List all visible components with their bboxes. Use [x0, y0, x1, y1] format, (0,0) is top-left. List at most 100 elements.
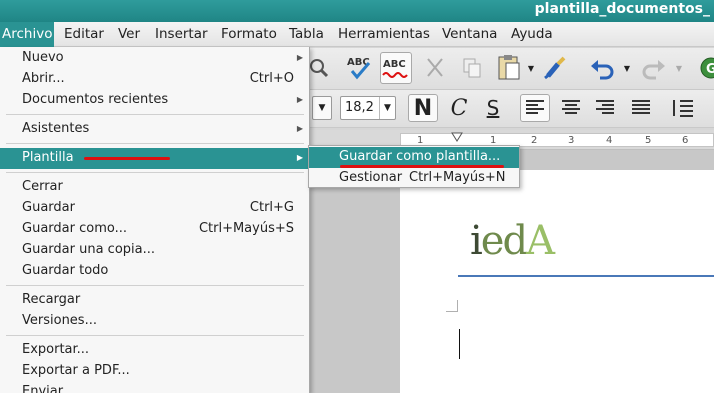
menu-separator — [6, 143, 304, 144]
menu-item-exportar-pdf[interactable]: Exportar a PDF... — [0, 361, 309, 382]
menu-item-label: Exportar... — [22, 342, 90, 357]
ruler-number: 3 — [568, 135, 575, 146]
line-spacing-icon — [673, 100, 693, 117]
annotation-underline — [340, 165, 504, 168]
menu-item-label: Guardar — [22, 200, 75, 215]
menu-item-label: Nuevo — [22, 50, 64, 65]
menu-item-label: Guardar una copia... — [22, 242, 155, 257]
menu-item-label: Guardar todo — [22, 263, 109, 278]
menu-item-label: Recargar — [22, 292, 81, 307]
font-name-dropdown-icon[interactable]: ▼ — [312, 96, 332, 120]
menu-tabla[interactable]: Tabla — [287, 22, 326, 47]
svg-text:G: G — [706, 62, 714, 77]
navigator-icon[interactable]: G — [698, 54, 714, 82]
menu-item-nuevo[interactable]: Nuevo ▶ — [0, 48, 309, 69]
menu-item-exportar[interactable]: Exportar... — [0, 340, 309, 361]
window-title: plantilla_documentos_ — [534, 1, 710, 17]
align-center-button[interactable] — [556, 94, 586, 122]
menu-item-abrir[interactable]: Abrir... Ctrl+O — [0, 69, 309, 90]
submenu-item-gestionar[interactable]: Gestionar Ctrl+Mayús+N — [309, 168, 519, 189]
font-size-dropdown-icon[interactable]: ▼ — [379, 97, 395, 119]
italic-icon: C — [450, 95, 468, 121]
undo-dropdown-icon[interactable]: ▼ — [622, 62, 632, 74]
menu-item-guardar-todo[interactable]: Guardar todo — [0, 261, 309, 282]
menu-item-label: Exportar a PDF... — [22, 363, 130, 378]
bold-icon: N — [413, 95, 433, 121]
align-left-button[interactable] — [520, 94, 550, 122]
ruler-number: 2 — [531, 135, 538, 146]
menu-item-guardar[interactable]: Guardar Ctrl+G — [0, 198, 309, 219]
font-size-value: 18,2 — [345, 100, 374, 115]
menu-ventana[interactable]: Ventana — [440, 22, 499, 47]
spellcheck-button[interactable]: ABC — [344, 52, 376, 84]
submenu-arrow-icon: ▶ — [296, 95, 303, 104]
menu-formato[interactable]: Formato — [219, 22, 279, 47]
submenu-arrow-icon: ▶ — [296, 153, 303, 162]
menu-item-label: Asistentes — [22, 121, 90, 136]
menu-item-label: Abrir... — [22, 71, 65, 86]
menu-item-enviar[interactable]: Enviar — [0, 382, 309, 393]
paste-icon[interactable] — [494, 52, 524, 82]
undo-icon[interactable] — [586, 52, 618, 84]
menu-separator — [6, 114, 304, 115]
underline-button[interactable]: S — [478, 94, 508, 122]
justify-button[interactable] — [626, 94, 656, 122]
ruler-number: 4 — [606, 135, 613, 146]
menu-item-guardar-como[interactable]: Guardar como... Ctrl+Mayús+S — [0, 219, 309, 240]
annotation-underline — [84, 157, 170, 160]
menu-item-asistentes[interactable]: Asistentes ▶ — [0, 119, 309, 140]
autospellcheck-button[interactable]: ABC — [380, 52, 412, 84]
ruler-number: 5 — [645, 135, 652, 146]
submenu-item-shortcut: Ctrl+Mayús+N — [409, 170, 506, 185]
align-right-icon — [596, 100, 614, 114]
bold-button[interactable]: N — [408, 94, 438, 122]
menu-separator — [6, 335, 304, 336]
copy-icon[interactable] — [458, 54, 486, 82]
menu-editar[interactable]: Editar — [62, 22, 106, 47]
menu-separator — [6, 172, 304, 173]
title-bar: plantilla_documentos_ — [0, 0, 714, 22]
menu-item-cerrar[interactable]: Cerrar — [0, 177, 309, 198]
line-spacing-button[interactable] — [668, 94, 698, 122]
menu-item-label: Versiones... — [22, 313, 97, 328]
align-center-icon — [562, 100, 580, 114]
menu-herramientas[interactable]: Herramientas — [336, 22, 432, 47]
redo-icon[interactable] — [638, 52, 670, 84]
text-cursor — [459, 329, 460, 359]
font-size-field[interactable]: 18,2 ▼ — [340, 96, 396, 120]
menu-bar: Archivo Editar Ver Insertar Formato Tabl… — [0, 22, 714, 47]
menu-item-shortcut: Ctrl+G — [249, 200, 294, 215]
submenu-arrow-icon: ▶ — [296, 124, 303, 133]
document-logo: iedA — [470, 218, 555, 264]
indent-marker-icon[interactable] — [451, 132, 463, 142]
clone-formatting-icon[interactable] — [540, 52, 572, 84]
submenu-item-label: Gestionar — [339, 170, 403, 185]
standard-toolbar: ABC ABC ▼ ▼ ▼ G — [300, 48, 714, 90]
menu-item-versiones[interactable]: Versiones... — [0, 311, 309, 332]
menu-item-label: Documentos recientes — [22, 92, 169, 107]
cut-icon[interactable] — [422, 54, 450, 82]
menu-archivo[interactable]: Archivo — [0, 22, 55, 47]
svg-text:ABC: ABC — [383, 59, 406, 70]
menu-item-label: Plantilla — [22, 150, 74, 165]
menu-item-guardar-copia[interactable]: Guardar una copia... — [0, 240, 309, 261]
italic-button[interactable]: C — [444, 94, 474, 122]
submenu-arrow-icon: ▶ — [296, 53, 303, 62]
menu-item-shortcut: Ctrl+O — [249, 71, 294, 86]
paste-dropdown-icon[interactable]: ▼ — [526, 62, 536, 74]
menu-item-label: Enviar — [22, 384, 64, 393]
menu-item-recargar[interactable]: Recargar — [0, 290, 309, 311]
menu-insertar[interactable]: Insertar — [153, 22, 210, 47]
menu-item-documentos-recientes[interactable]: Documentos recientes ▶ — [0, 90, 309, 111]
align-left-icon — [526, 100, 544, 114]
menu-ver[interactable]: Ver — [116, 22, 142, 47]
submenu-item-label: Guardar como plantilla... — [339, 149, 501, 164]
menu-ayuda[interactable]: Ayuda — [509, 22, 555, 47]
document-page[interactable] — [400, 170, 714, 393]
redo-dropdown-icon[interactable]: ▼ — [674, 62, 684, 74]
file-menu: Nuevo ▶ Abrir... Ctrl+O Documentos recie… — [0, 47, 310, 393]
align-right-button[interactable] — [590, 94, 620, 122]
menu-item-label: Guardar como... — [22, 221, 127, 236]
underline-icon: S — [486, 96, 500, 120]
menu-item-shortcut: Ctrl+Mayús+S — [198, 221, 294, 236]
